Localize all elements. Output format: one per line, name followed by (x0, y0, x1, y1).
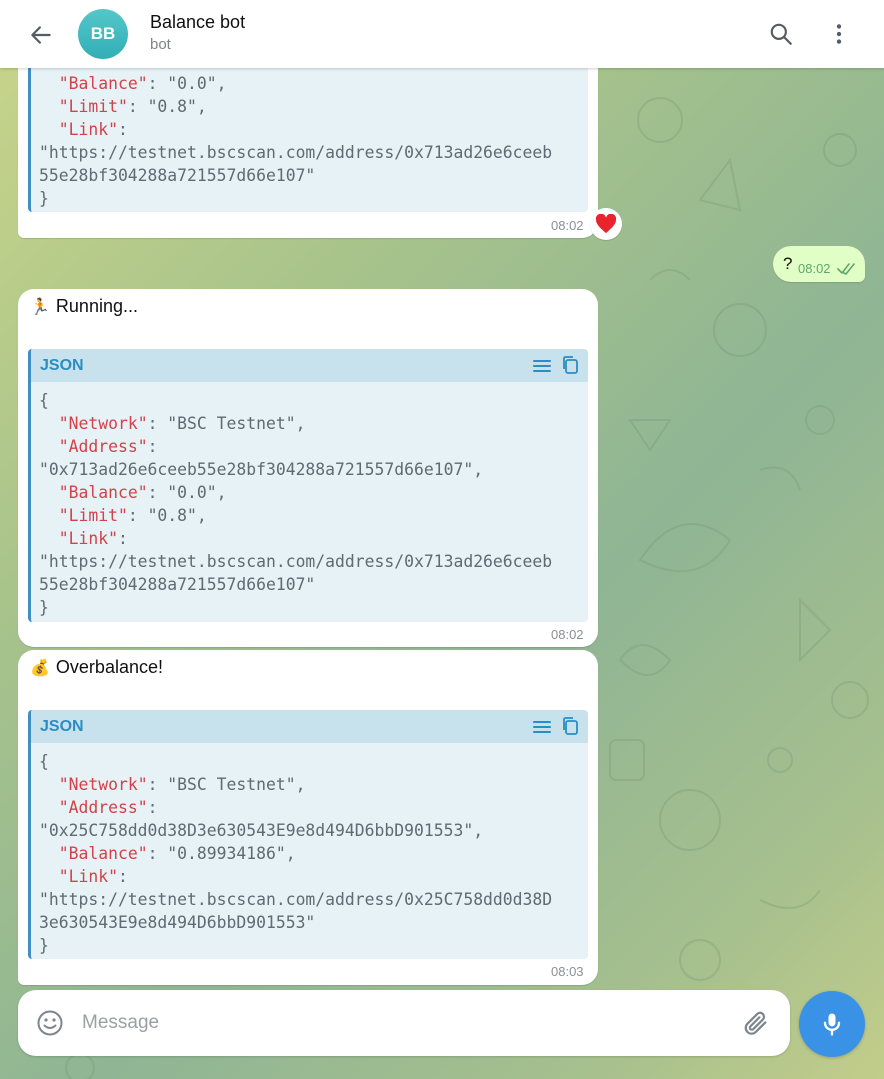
chat-title[interactable]: Balance bot (150, 12, 245, 33)
json-key: "Balance" (58, 844, 148, 863)
json-key: "Network" (58, 775, 148, 794)
code-line: "0x25C758dd0d38D3e630543E9e8d494D6bbD901… (39, 821, 484, 840)
message-bubble[interactable]: 🏃 Running... JSON { "Network": "BSC Test… (18, 289, 598, 647)
message-input[interactable] (82, 1006, 722, 1040)
code-line: 55e28bf304288a721557d66e107" (39, 166, 316, 185)
json-key: "Link" (58, 120, 118, 139)
code-body: { "Network": "BSC Testnet", "Address": "0… (31, 743, 588, 957)
code-line: "Network": "BSC Testnet", (58, 414, 306, 433)
json-key: "Network" (58, 414, 148, 433)
json-key: "Balance" (58, 483, 148, 502)
code-line: "Network": "BSC Testnet", (58, 775, 306, 794)
code-line: 55e28bf304288a721557d66e107" (39, 575, 316, 594)
code-block: JSON { "Network": "BSC Testnet", "Addres… (28, 710, 588, 959)
message-caption: 💰 Overbalance! (30, 657, 163, 678)
code-line: } (39, 598, 49, 617)
code-line: "Address": (58, 437, 158, 456)
search-icon (770, 23, 792, 45)
message-text: Running... (55, 296, 138, 316)
code-line: "https://testnet.bscscan.com/address/0x7… (39, 143, 553, 162)
microphone-icon (823, 1013, 841, 1036)
code-line: "Link": (58, 867, 128, 886)
message-caption: 🏃 Running... (30, 296, 138, 317)
back-button[interactable] (24, 18, 58, 52)
wrap-lines-icon[interactable] (532, 717, 552, 737)
json-key: "Address" (58, 437, 148, 456)
code-body: { "Network": "BSC Testnet", "Address": "0… (31, 382, 588, 619)
json-key: "Link" (58, 529, 118, 548)
json-key: "Balance" (58, 74, 148, 93)
message-time: 08:02 (798, 261, 831, 276)
code-line: 3e630543E9e8d494D6bbD901553" (39, 913, 316, 932)
code-line: "Limit": "0.8", (58, 506, 207, 525)
message-time: 08:02 (551, 218, 584, 233)
message-bubble[interactable]: 💰 Overbalance! JSON { "Network": "BSC Te… (18, 650, 598, 985)
code-line: "Balance": "0.89934186", (58, 844, 296, 863)
code-line: "Link": (58, 120, 128, 139)
code-line: } (39, 936, 49, 955)
json-key: "Limit" (58, 97, 128, 116)
code-line: "Address": (58, 798, 158, 817)
heart-icon (595, 214, 617, 234)
code-line: "Link": (58, 529, 128, 548)
more-vertical-icon (836, 24, 842, 44)
double-check-icon (837, 263, 855, 275)
json-key: "Address" (58, 798, 148, 817)
avatar[interactable]: BB (78, 9, 128, 59)
wrap-lines-icon[interactable] (532, 356, 552, 376)
arrow-left-icon (31, 26, 51, 44)
message-text: ? (783, 254, 793, 273)
message-composer (18, 990, 790, 1056)
message-time: 08:03 (551, 964, 584, 979)
money-bag-icon: 💰 (30, 659, 50, 677)
chat-subtitle: bot (150, 36, 171, 53)
code-line: "0x713ad26e6ceeb55e28bf304288a721557d66e… (39, 460, 484, 479)
heart-reaction[interactable] (590, 208, 622, 240)
code-language: JSON (40, 717, 84, 735)
message-bubble[interactable]: "Balance": "0.0", "Limit": "0.8", "Link"… (18, 40, 598, 238)
outgoing-message-bubble[interactable]: ? 08:02 (773, 246, 865, 282)
json-key: "Limit" (58, 506, 128, 525)
code-line: { (39, 391, 49, 410)
code-header: JSON (31, 349, 588, 382)
paperclip-icon[interactable] (742, 1009, 770, 1037)
search-button[interactable] (764, 17, 798, 51)
code-line: "Limit": "0.8", (58, 97, 207, 116)
running-icon: 🏃 (30, 298, 50, 316)
code-line: "Balance": "0.0", (58, 483, 227, 502)
smile-icon[interactable] (36, 1009, 64, 1037)
more-options-button[interactable] (822, 17, 856, 51)
code-header: JSON (31, 710, 588, 743)
chat-header: BB Balance bot bot (0, 0, 884, 68)
code-line: } (39, 189, 49, 208)
code-line: "https://testnet.bscscan.com/address/0x7… (39, 552, 553, 571)
code-language: JSON (40, 356, 84, 374)
copy-icon[interactable] (560, 355, 580, 375)
code-line: "https://testnet.bscscan.com/address/0x2… (39, 890, 553, 909)
code-line: { (39, 752, 49, 771)
code-line: "Balance": "0.0", (58, 74, 227, 93)
message-time: 08:02 (551, 627, 584, 642)
code-block: JSON { "Network": "BSC Testnet", "Addres… (28, 349, 588, 622)
voice-record-button[interactable] (799, 991, 865, 1057)
json-key: "Link" (58, 867, 118, 886)
message-text: Overbalance! (55, 657, 163, 677)
copy-icon[interactable] (560, 716, 580, 736)
